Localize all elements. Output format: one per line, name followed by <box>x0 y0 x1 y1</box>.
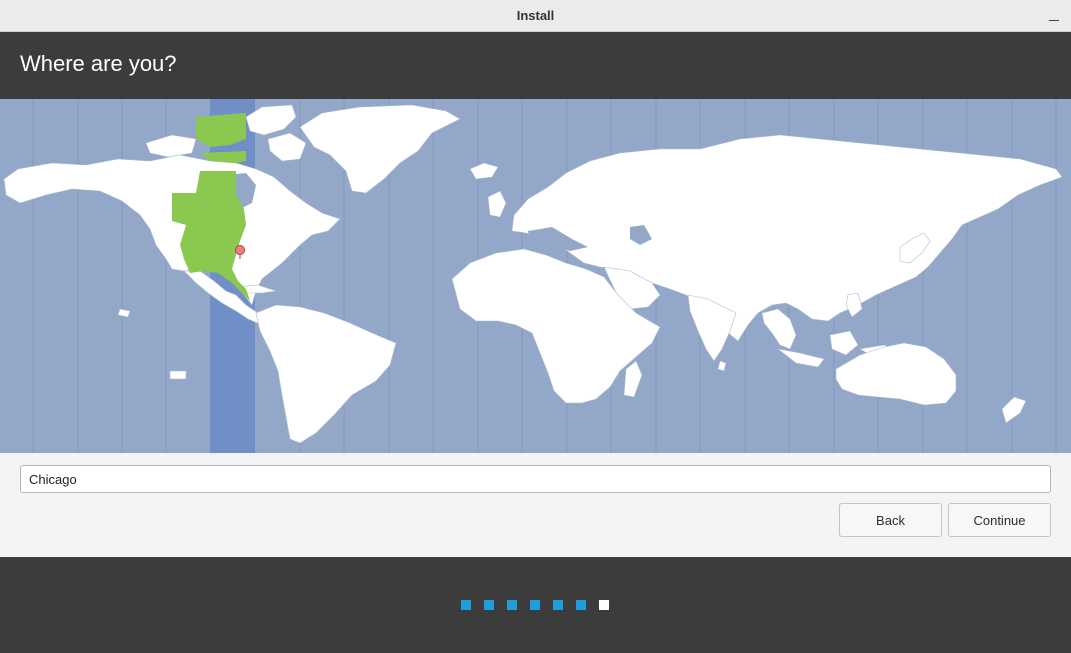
world-map-graphic[interactable] <box>0 99 1071 453</box>
progress-step-5 <box>553 600 563 610</box>
progress-step-2 <box>484 600 494 610</box>
minimize-icon[interactable] <box>1047 8 1061 22</box>
land-masses <box>3 104 1063 444</box>
progress-steps <box>461 600 609 610</box>
progress-step-6 <box>576 600 586 610</box>
window-title: Install <box>516 8 555 23</box>
back-button[interactable]: Back <box>839 503 942 537</box>
progress-step-4 <box>530 600 540 610</box>
page-title: Where are you? <box>20 51 177 76</box>
progress-footer <box>0 557 1071 653</box>
timezone-map[interactable] <box>0 99 1071 453</box>
title-bar: Install <box>0 0 1071 32</box>
installer-window: Install Where are you? Chicago Back Cont… <box>0 0 1071 653</box>
progress-step-1 <box>461 600 471 610</box>
progress-step-7 <box>599 600 609 610</box>
continue-button[interactable]: Continue <box>948 503 1051 537</box>
location-input[interactable] <box>20 465 1051 493</box>
page-header: Where are you? <box>0 32 1071 99</box>
progress-step-3 <box>507 600 517 610</box>
location-panel: Back Continue <box>0 453 1071 557</box>
